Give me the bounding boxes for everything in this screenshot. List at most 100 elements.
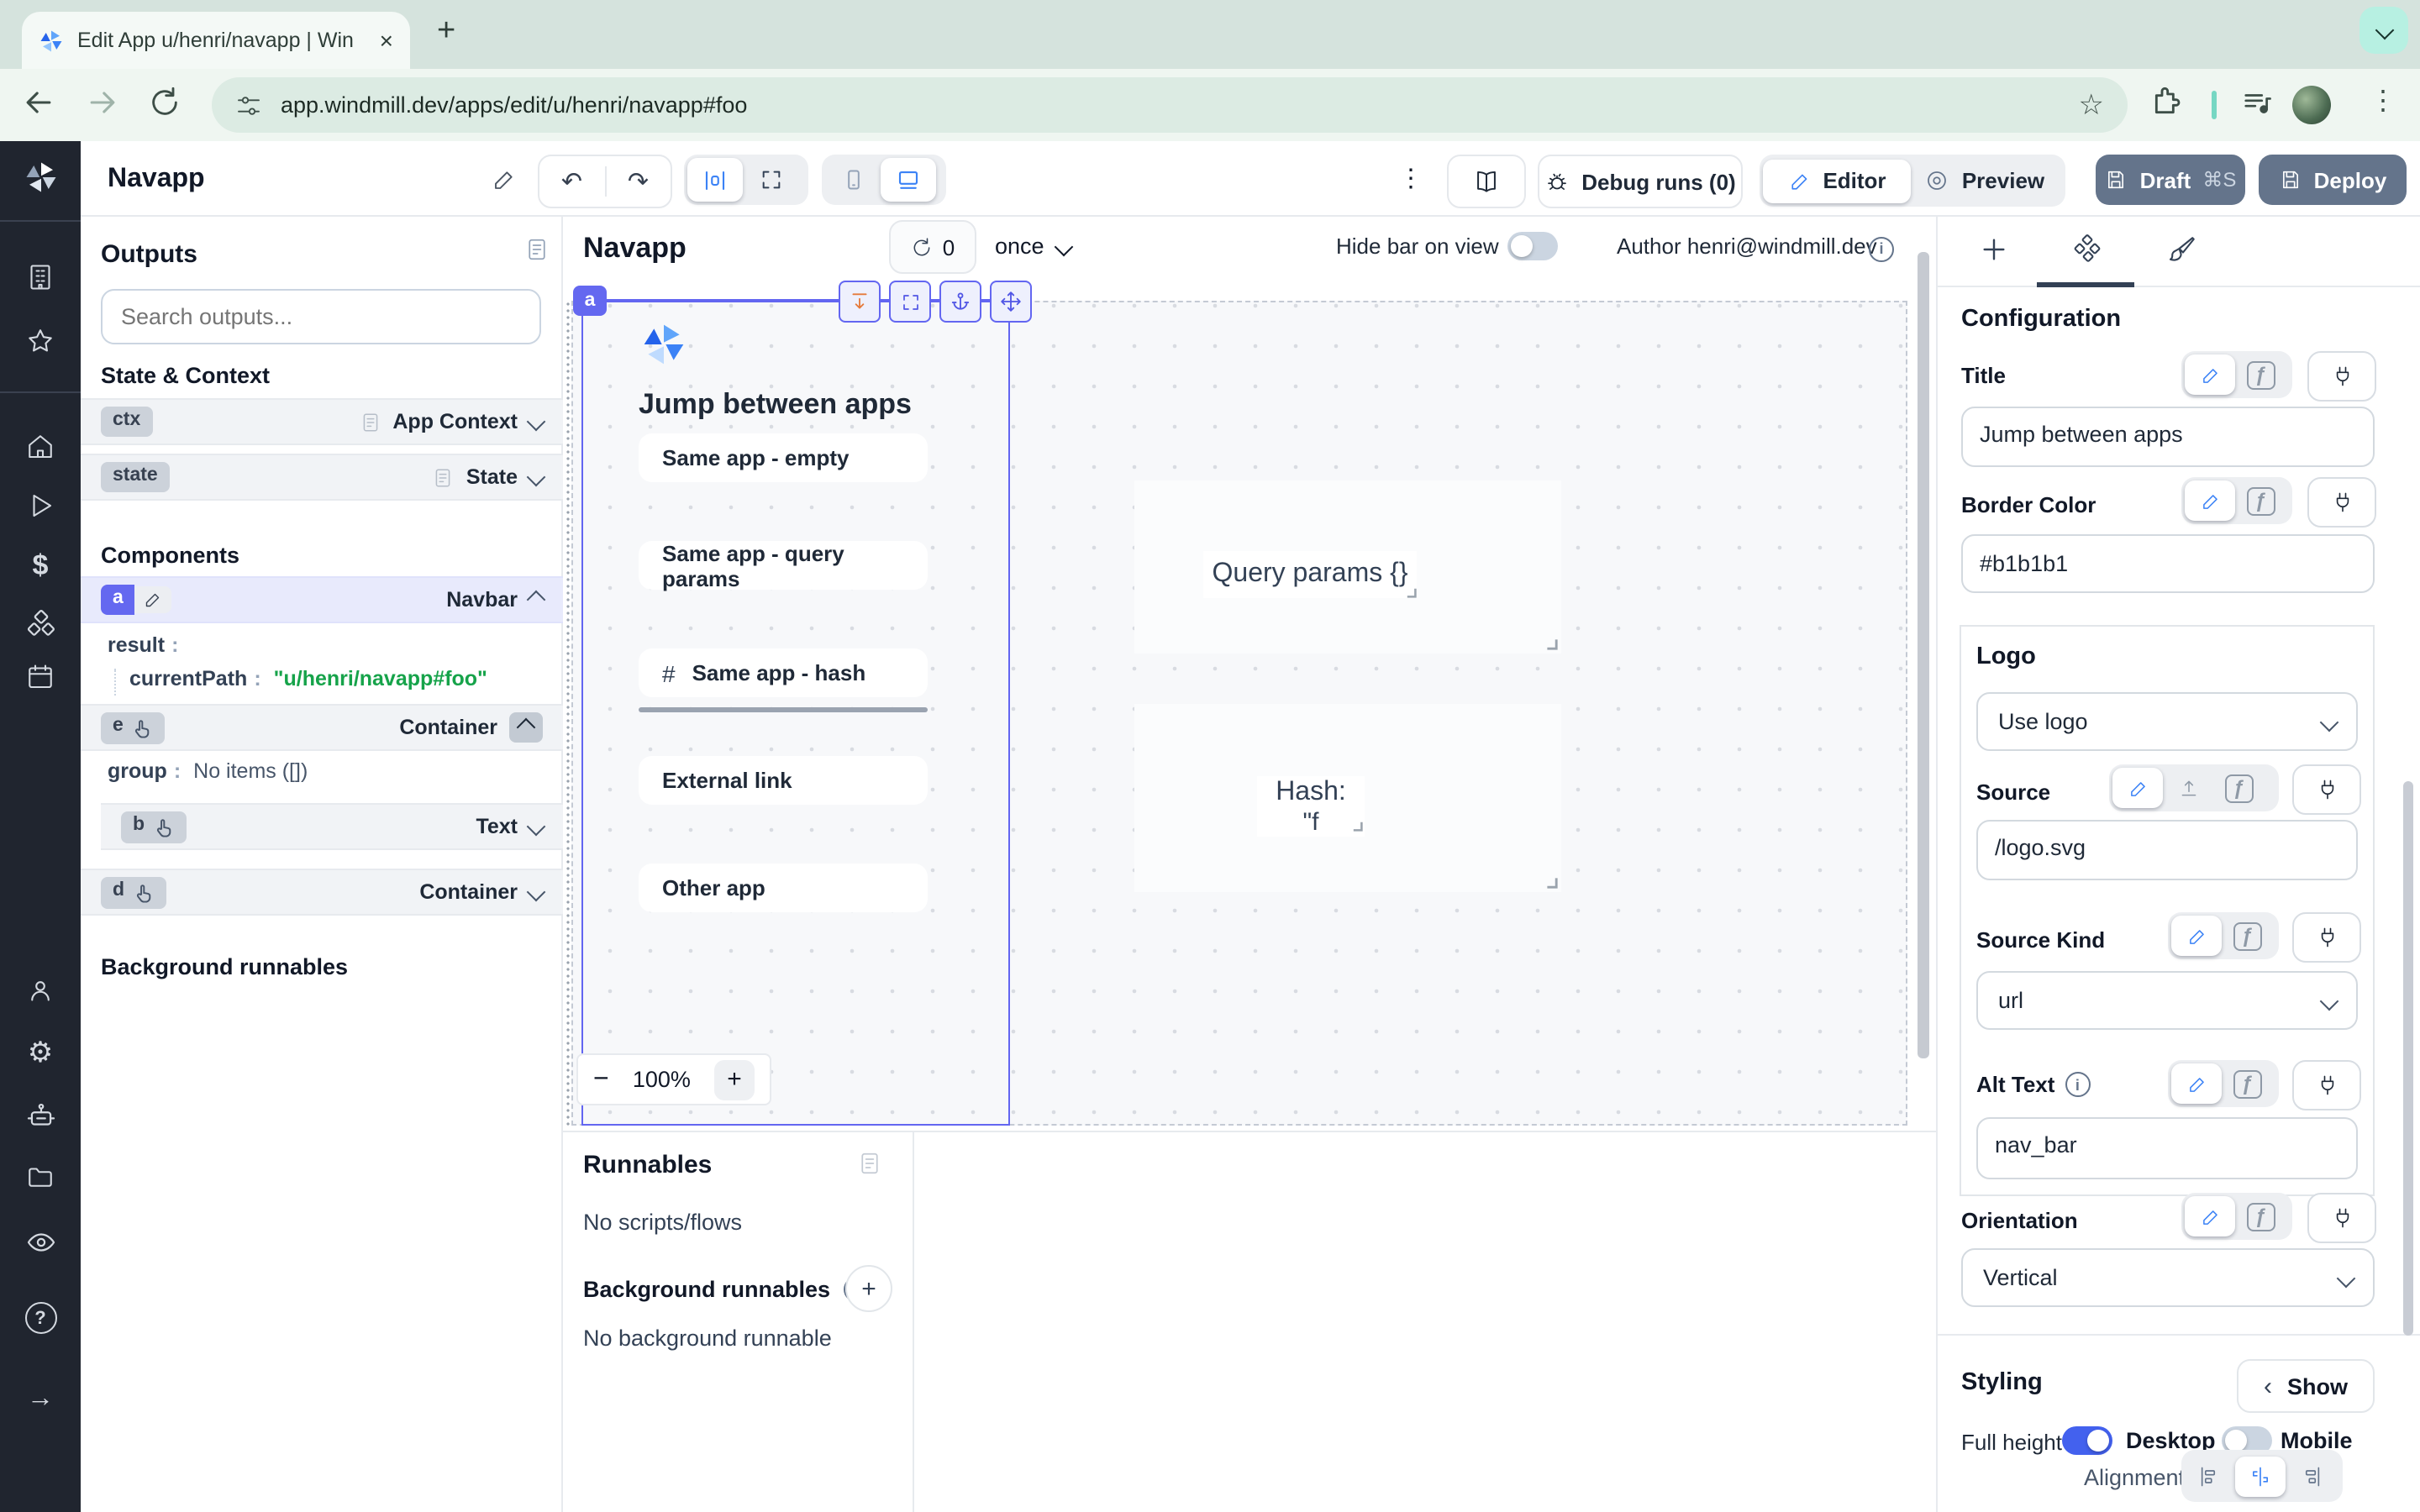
canvas-scrollbar[interactable]: [1918, 252, 1929, 1058]
tab-insert-component[interactable]: [1980, 235, 2008, 264]
run-mode-select[interactable]: once: [995, 234, 1071, 259]
source-connect-button[interactable]: [2292, 764, 2361, 815]
hide-bar-toggle[interactable]: [1507, 232, 1558, 265]
centered-layout-button[interactable]: [687, 158, 743, 202]
chevron-down-icon[interactable]: [527, 817, 546, 837]
component-row-b[interactable]: b Text: [101, 803, 563, 850]
alt-text-connect-button[interactable]: [2292, 1060, 2361, 1110]
chevron-down-icon[interactable]: [527, 412, 546, 432]
forward-button[interactable]: [84, 84, 121, 121]
reload-button[interactable]: [148, 86, 182, 119]
windmill-logo-icon[interactable]: [0, 160, 81, 195]
expand-down-handle[interactable]: [839, 281, 881, 323]
selected-component-badge[interactable]: a: [573, 286, 607, 316]
styling-show-button[interactable]: ‹ Show: [2237, 1359, 2375, 1413]
nav-link-same-app-empty[interactable]: Same app - empty: [639, 433, 928, 482]
static-mode-button[interactable]: [2185, 1196, 2235, 1236]
sidebar-item-resources[interactable]: [0, 608, 81, 640]
sidebar-item-favorites[interactable]: [0, 326, 81, 356]
upload-mode-button[interactable]: [2163, 768, 2213, 808]
settings-scrollbar[interactable]: [2403, 781, 2413, 1336]
tab-editor[interactable]: Editor: [1763, 159, 1911, 202]
deploy-button[interactable]: Deploy: [2259, 155, 2407, 205]
sidebar-item-schedules[interactable]: [0, 662, 81, 692]
tab-search-button[interactable]: [2360, 7, 2408, 54]
site-settings-icon[interactable]: [235, 92, 262, 118]
chevron-up-icon[interactable]: [527, 591, 546, 610]
navbar-component-selection[interactable]: [581, 301, 1010, 1126]
title-input[interactable]: Jump between apps: [1961, 407, 2375, 467]
fx-mode-button[interactable]: ƒ: [2235, 480, 2286, 521]
align-center-button[interactable]: [2235, 1456, 2286, 1496]
nav-link-same-app-query-params[interactable]: Same app - query params: [639, 541, 928, 590]
extensions-icon[interactable]: [2149, 86, 2183, 119]
resize-corner-icon[interactable]: [1543, 874, 1558, 889]
resize-corner-icon[interactable]: [1349, 818, 1363, 832]
resize-corner-icon[interactable]: [1543, 635, 1558, 650]
refresh-group[interactable]: 0: [889, 220, 976, 274]
redo-button[interactable]: ↷: [606, 166, 671, 197]
rename-app-icon[interactable]: [491, 166, 518, 193]
align-right-button[interactable]: [2286, 1456, 2336, 1496]
output-row-state[interactable]: state State: [81, 454, 563, 501]
collapse-button[interactable]: [509, 712, 543, 743]
border-color-input[interactable]: [1961, 534, 2375, 593]
fx-mode-button[interactable]: ƒ: [2213, 768, 2264, 808]
full-height-desktop-toggle[interactable]: [2062, 1426, 2112, 1460]
alt-text-input[interactable]: nav_bar: [1976, 1117, 2358, 1179]
media-playlist-icon[interactable]: [2242, 87, 2274, 119]
sidebar-item-help[interactable]: ?: [0, 1302, 81, 1334]
component-row-d[interactable]: d Container: [81, 869, 563, 916]
align-left-button[interactable]: [2185, 1456, 2235, 1496]
chevron-down-icon[interactable]: [527, 883, 546, 902]
anchor-handle[interactable]: [939, 281, 981, 323]
desktop-view-button[interactable]: [881, 158, 936, 202]
fx-mode-button[interactable]: ƒ: [2222, 1063, 2272, 1104]
url-bar[interactable]: app.windmill.dev/apps/edit/u/henri/navap…: [212, 77, 2128, 133]
component-row-e[interactable]: e Container: [81, 704, 563, 751]
sidebar-item-home[interactable]: [0, 432, 81, 462]
tab-styling[interactable]: [2168, 234, 2198, 264]
component-row-a[interactable]: a Navbar: [81, 576, 563, 623]
fx-mode-button[interactable]: ƒ: [2235, 354, 2286, 395]
zoom-out-button[interactable]: −: [593, 1064, 609, 1095]
profile-avatar[interactable]: [2292, 86, 2331, 124]
draft-button[interactable]: Draft ⌘S: [2096, 155, 2245, 205]
logo-select[interactable]: Use logo: [1976, 692, 2358, 751]
back-button[interactable]: [20, 84, 57, 121]
chevron-down-icon[interactable]: [527, 468, 546, 487]
sidebar-item-variables[interactable]: $: [0, 549, 81, 583]
resize-corner-icon[interactable]: [1403, 585, 1417, 598]
nav-link-other-app[interactable]: Other app: [639, 864, 928, 912]
sidebar-item-settings[interactable]: ⚙: [0, 1037, 81, 1070]
source-kind-select[interactable]: url: [1976, 971, 2358, 1030]
nav-link-same-app-hash[interactable]: # Same app - hash: [639, 648, 928, 697]
search-outputs-input[interactable]: [101, 289, 541, 344]
sidebar-item-apps[interactable]: [0, 262, 81, 292]
info-icon[interactable]: i: [2065, 1072, 2090, 1097]
browser-tab[interactable]: Edit App u/henri/navapp | Win ×: [22, 12, 410, 69]
outputs-doc-icon[interactable]: [524, 237, 550, 262]
new-tab-button[interactable]: +: [437, 13, 455, 50]
static-mode-button[interactable]: [2185, 354, 2235, 395]
static-mode-button[interactable]: [2171, 1063, 2222, 1104]
sidebar-item-runs[interactable]: [0, 491, 81, 521]
tab-close-icon[interactable]: ×: [380, 27, 393, 54]
author-info-icon[interactable]: i: [1869, 234, 1894, 261]
source-input[interactable]: /logo.svg: [1976, 820, 2358, 880]
static-mode-button[interactable]: [2112, 768, 2163, 808]
docs-button[interactable]: [1447, 155, 1526, 208]
static-mode-button[interactable]: [2185, 480, 2235, 521]
tab-component-settings[interactable]: [2072, 234, 2102, 264]
sidebar-item-users[interactable]: [0, 976, 81, 1006]
sidebar-item-audit-logs[interactable]: [0, 1226, 81, 1258]
text-component-query-params[interactable]: Query params {}: [1203, 551, 1417, 598]
mobile-view-button[interactable]: [825, 158, 881, 202]
source-kind-connect-button[interactable]: [2292, 912, 2361, 963]
zoom-in-button[interactable]: +: [714, 1059, 755, 1100]
fx-mode-button[interactable]: ƒ: [2235, 1196, 2286, 1236]
edit-id-icon[interactable]: [135, 586, 172, 613]
nav-link-external-link[interactable]: External link: [639, 756, 928, 805]
tab-preview[interactable]: Preview: [1911, 159, 2059, 202]
orientation-connect-button[interactable]: [2307, 1193, 2376, 1243]
